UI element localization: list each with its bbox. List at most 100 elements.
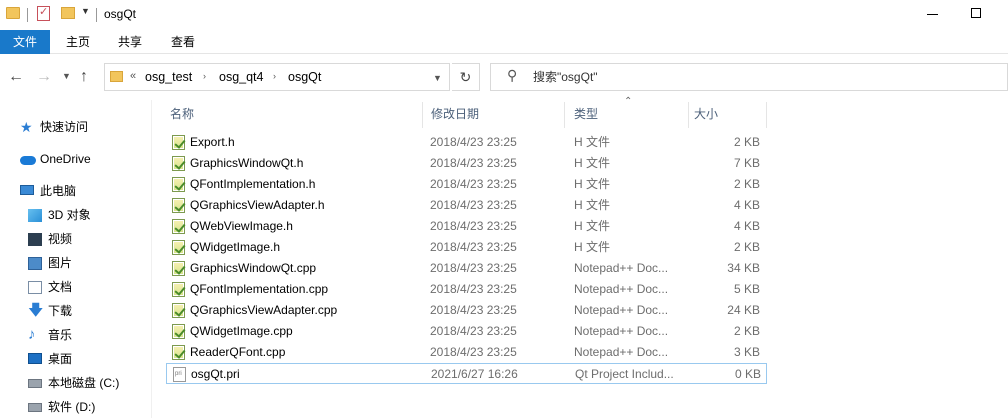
file-date: 2018/4/23 23:25	[430, 219, 517, 233]
pictures-icon	[28, 257, 42, 270]
star-icon: ★	[20, 119, 33, 135]
column-divider[interactable]	[766, 102, 767, 128]
column-headers: 名称 修改日期 类型 ⌃ 大小	[160, 96, 768, 128]
file-date: 2018/4/23 23:25	[430, 345, 517, 359]
file-size: 5 KB	[733, 282, 760, 296]
cpp-file-icon	[172, 282, 185, 297]
breadcrumb-separator-icon[interactable]: ›	[203, 71, 206, 81]
file-type: Notepad++ Doc...	[574, 345, 669, 359]
tab-file[interactable]: 文件	[0, 30, 50, 54]
file-date: 2018/4/23 23:25	[430, 135, 517, 149]
file-size: 2 KB	[733, 240, 760, 254]
forward-arrow-icon[interactable]: →	[36, 68, 52, 86]
file-size: 3 KB	[733, 345, 760, 359]
file-row[interactable]: QWidgetImage.h 2018/4/23 23:25 H 文件 2 KB	[166, 237, 767, 258]
recent-locations-chevron-icon[interactable]: ▼	[62, 71, 71, 81]
column-header-size[interactable]: 大小	[684, 100, 764, 128]
sidebar-item-label: 视频	[48, 232, 73, 246]
file-size: 7 KB	[733, 156, 760, 170]
file-row[interactable]: QFontImplementation.cpp 2018/4/23 23:25 …	[166, 279, 767, 300]
sidebar-item-label: 此电脑	[40, 184, 77, 198]
file-date: 2018/4/23 23:25	[430, 324, 517, 338]
file-type: H 文件	[574, 177, 611, 191]
tab-share[interactable]: 共享	[110, 30, 150, 54]
minimize-button[interactable]	[927, 14, 938, 15]
file-size: 24 KB	[727, 303, 760, 317]
tab-view[interactable]: 查看	[163, 30, 203, 54]
file-row-selected[interactable]: osgQt.pri 2021/6/27 16:26 Qt Project Inc…	[166, 363, 767, 384]
file-date: 2018/4/23 23:25	[430, 240, 517, 254]
file-size: 4 KB	[733, 198, 760, 212]
breadcrumb-separator-icon[interactable]: ›	[273, 71, 276, 81]
column-header-name[interactable]: 名称	[160, 100, 420, 128]
breadcrumb-osgqt[interactable]: osgQt	[288, 70, 321, 84]
file-date: 2018/4/23 23:25	[430, 198, 517, 212]
file-name: GraphicsWindowQt.cpp	[190, 261, 317, 275]
file-row[interactable]: QWidgetImage.cpp 2018/4/23 23:25 Notepad…	[166, 321, 767, 342]
address-bar[interactable]: « osg_test › osg_qt4 › osgQt ▼	[104, 63, 450, 91]
cloud-icon	[20, 156, 36, 165]
quick-access-divider	[27, 8, 28, 22]
file-date: 2018/4/23 23:25	[430, 177, 517, 191]
search-box[interactable]: ⚲	[490, 63, 1008, 91]
file-date: 2018/4/23 23:25	[430, 156, 517, 170]
sidebar-item-label: 桌面	[48, 352, 73, 366]
up-arrow-icon[interactable]: ↑	[80, 68, 88, 86]
column-header-date[interactable]: 修改日期	[421, 100, 563, 128]
sidebar-item-label: 软件 (D:)	[48, 400, 96, 414]
new-folder-icon[interactable]	[61, 7, 75, 19]
file-name: Export.h	[190, 135, 235, 149]
customize-toolbar-chevron-icon[interactable]: ▼	[81, 6, 90, 16]
cpp-file-icon	[172, 303, 185, 318]
download-icon: 🡇	[28, 302, 44, 319]
file-size: 4 KB	[733, 219, 760, 233]
3d-objects-icon	[28, 209, 42, 222]
file-row[interactable]: GraphicsWindowQt.h 2018/4/23 23:25 H 文件 …	[166, 153, 767, 174]
file-type: Notepad++ Doc...	[574, 324, 669, 338]
sidebar-item-label: 音乐	[48, 328, 73, 342]
file-row[interactable]: Export.h 2018/4/23 23:25 H 文件 2 KB	[166, 132, 767, 153]
search-input[interactable]	[533, 65, 993, 89]
desktop-icon	[28, 353, 42, 364]
ribbon-tabs: 文件 主页 共享 查看	[0, 30, 1008, 54]
file-row[interactable]: QWebViewImage.h 2018/4/23 23:25 H 文件 4 K…	[166, 216, 767, 237]
sidebar-item-label: OneDrive	[40, 152, 91, 166]
file-name: QFontImplementation.cpp	[190, 282, 329, 296]
file-type: Qt Project Includ...	[575, 367, 674, 381]
file-type: Notepad++ Doc...	[574, 282, 669, 296]
refresh-icon[interactable]: ↻	[452, 63, 480, 91]
file-size: 2 KB	[733, 135, 760, 149]
file-row[interactable]: ReaderQFont.cpp 2018/4/23 23:25 Notepad+…	[166, 342, 767, 363]
file-row[interactable]: QFontImplementation.h 2018/4/23 23:25 H …	[166, 174, 767, 195]
file-name: QGraphicsViewAdapter.h	[190, 198, 325, 212]
file-size: 0 KB	[734, 367, 761, 381]
tab-home[interactable]: 主页	[58, 30, 98, 54]
breadcrumb-overflow[interactable]: «	[130, 70, 136, 82]
file-name: osgQt.pri	[191, 367, 240, 381]
address-dropdown-icon[interactable]: ▼	[433, 73, 442, 83]
file-type: H 文件	[574, 198, 611, 212]
file-name: QWebViewImage.h	[190, 219, 293, 233]
file-type: H 文件	[574, 219, 611, 233]
file-name: QFontImplementation.h	[190, 177, 316, 191]
window-title: osgQt	[104, 7, 137, 21]
file-row[interactable]: GraphicsWindowQt.cpp 2018/4/23 23:25 Not…	[166, 258, 767, 279]
breadcrumb-osg-test[interactable]: osg_test	[145, 70, 192, 84]
header-file-icon	[172, 156, 185, 171]
file-row[interactable]: QGraphicsViewAdapter.h 2018/4/23 23:25 H…	[166, 195, 767, 216]
breadcrumb-osg-qt4[interactable]: osg_qt4	[219, 70, 263, 84]
maximize-button[interactable]	[971, 8, 981, 18]
file-row[interactable]: QGraphicsViewAdapter.cpp 2018/4/23 23:25…	[166, 300, 767, 321]
back-arrow-icon[interactable]: ←	[8, 68, 24, 86]
header-file-icon	[172, 177, 185, 192]
properties-icon[interactable]	[37, 5, 50, 21]
title-divider	[96, 8, 97, 22]
file-name: ReaderQFont.cpp	[190, 345, 286, 359]
navigation-bar: ← → ▼ ↑ « osg_test › osg_qt4 › osgQt ▼ ↻…	[0, 54, 1008, 100]
sidebar-item-label: 3D 对象	[48, 208, 91, 222]
file-type: H 文件	[574, 135, 611, 149]
file-size: 34 KB	[727, 261, 760, 275]
file-type: H 文件	[574, 240, 611, 254]
cpp-file-icon	[172, 345, 185, 360]
file-date: 2021/6/27 16:26	[431, 367, 518, 381]
